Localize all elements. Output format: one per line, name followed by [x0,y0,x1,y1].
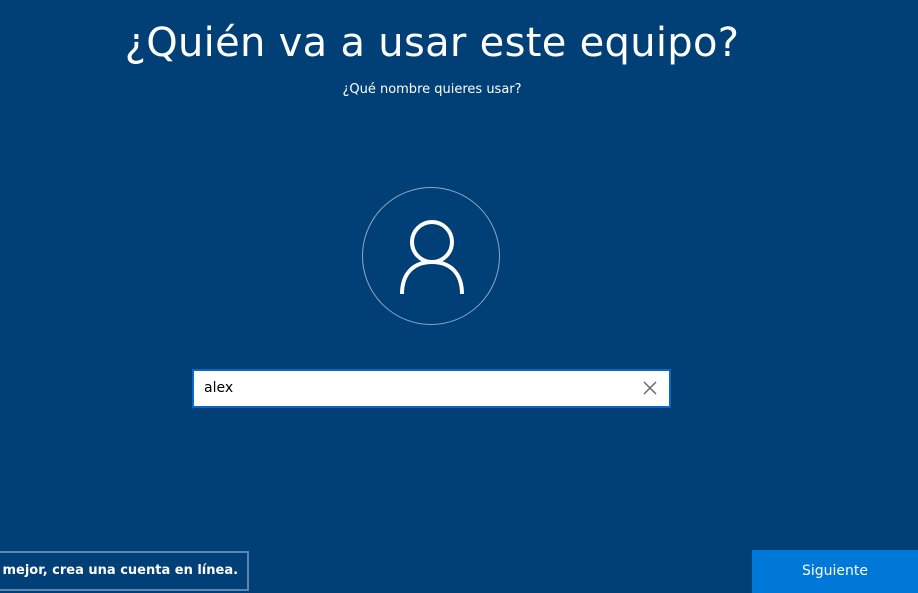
oobe-screen: ¿Quién va a usar este equipo? ¿Qué nombr… [0,0,918,593]
avatar [362,187,500,325]
create-online-account-button[interactable]: uso mejor, crea una cuenta en línea. [0,551,249,591]
page-subtitle: ¿Qué nombre quieres usar? [342,82,522,97]
next-button[interactable]: Siguiente [752,550,918,593]
user-icon [400,220,464,295]
username-field [192,369,671,408]
username-input[interactable] [194,371,624,406]
close-icon[interactable] [641,379,659,397]
page-title: ¿Quién va a usar este equipo? [124,20,740,66]
